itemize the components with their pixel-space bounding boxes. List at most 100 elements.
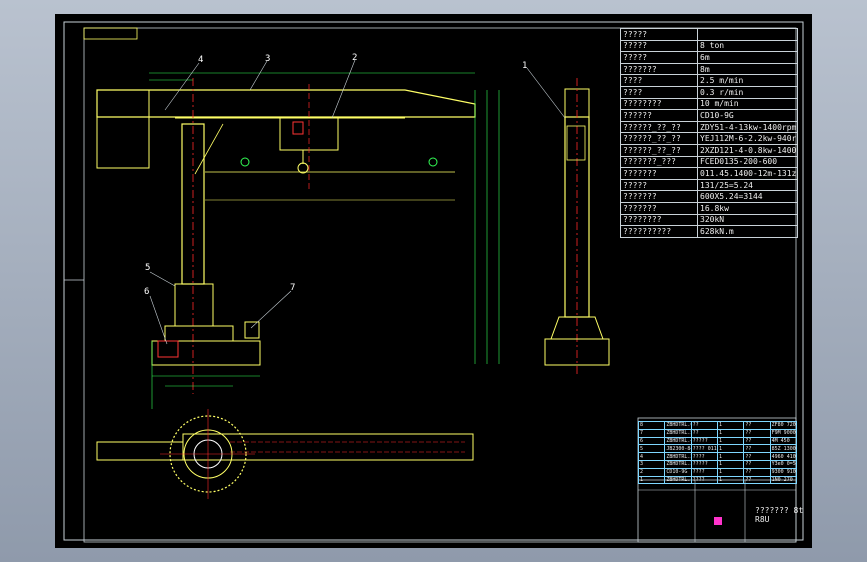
bill-of-materials: 8 ZBHDTRL.6?? 1?? ZF80 7200 7 ZBHDTRL.5?? 1?? F… [637,421,798,485]
bom-row: 2 CD10-9G???? 1?? 9300 9100 [637,467,798,477]
parameter-name: ??????? [620,201,698,215]
bom-cell: 1 [716,452,745,461]
leader-5 [149,271,176,287]
parameter-value: YEJ112M-6-2.2kw-940rpm [697,132,798,145]
parameter-name: ????? [620,51,698,64]
parameter-value [697,28,798,41]
bom-cell: 2 [637,467,666,477]
parameter-value: 10 m/min [697,97,798,111]
hoist-motor [292,121,304,135]
parameter-value: CD10-9G [697,109,798,122]
bom-cell: 1 [716,421,745,430]
leader-4 [164,62,200,111]
parameter-name: ???? [620,74,698,87]
parameter-row: ?????? CD10-9G [620,109,798,122]
parameter-name: ??????? [620,190,698,203]
parameter-name: ???????? [620,213,698,227]
bom-cell: ZBHDTRL.1 [664,475,692,485]
slewing-ring-housing [174,283,214,327]
bom-cell: 4M 450 [769,436,798,446]
bom-cell: 6 [637,436,666,446]
bom-cell: 4 [637,452,666,461]
parameter-name: ?????? [620,109,698,122]
bom-cell: 8 [637,421,666,430]
bom-cell: 85Z 1300 [769,444,798,454]
bom-cell: ?? [690,428,718,438]
parameter-value: 2.5 m/min [697,74,798,87]
parameter-row: ??????_??_??2XZD121-4-0.8kw-1400rpm [620,143,798,157]
front-view [96,59,500,409]
parameter-row: ???????_??? FCED0135-200-600 [620,155,798,169]
bom-cell: ????? [690,459,718,469]
plan-view [96,409,474,499]
bom-row: 8 ZBHDTRL.6?? 1?? ZF80 7200 [637,421,798,430]
bom-cell: ???? [690,467,718,477]
stamp-mark [714,517,722,525]
parameter-row: ??????? 16.8kw [620,201,798,215]
drawing-title: ??????? 8t R8U [755,506,804,524]
parameter-value: 0.3 r/min [697,85,798,99]
slewing-motor [157,340,179,358]
parameter-row: ??????_??_?? YEJ112M-6-2.2kw-940rpm [620,132,798,145]
part-label-5: 5 [145,263,151,273]
parameter-row: ??????? 600X5.24=3144 [620,190,798,203]
jib-arm [96,89,476,118]
bom-row: 4 ZBHDTRL.3???? 1?? 4960 4100 [637,452,798,461]
parameter-row: ????? 131/25=5.24 [620,178,798,192]
leader-2 [331,59,356,119]
part-label-6: 6 [144,287,150,297]
part-label-3: 3 [265,54,271,64]
parameter-value: 16.8kw [697,201,798,215]
parameter-row: ???? 0.3 r/min [620,85,798,99]
parameter-row: ???????? 10 m/min [620,97,798,111]
bom-cell: 4960 4100 [769,452,798,461]
leader-1 [526,67,566,119]
bom-cell: 3 [637,459,666,469]
side-hoist [566,125,586,161]
plan-jib [182,433,474,461]
parameter-row: ??????_??_?? ZDY51-4-13kw-1400rpm [620,120,798,134]
parameter-name: ???? [620,85,698,99]
parameter-row: ???? 2.5 m/min [620,74,798,87]
parameter-row: ??????? 8m [620,62,798,76]
hook-max-reach [428,157,438,167]
leader-7 [250,290,292,329]
part-label-4: 4 [198,55,204,65]
parameter-row: ?????????? 628kN.m [620,225,798,238]
leader-6 [149,295,168,345]
parameter-name: ????? [620,28,698,41]
bom-cell: ???? [690,475,718,485]
parameter-row: ????? 8 ton [620,39,798,53]
bom-cell: 1 [716,428,745,438]
bom-cell: ????? [690,436,718,446]
parameter-name: ?????????? [620,225,698,238]
bom-cell: ?? [743,421,771,430]
bom-cell: ?? [743,452,771,461]
bom-cell: ?? [743,444,771,454]
bom-cell: JB2300-84 [664,444,692,454]
bom-cell: 1 [716,444,745,454]
bom-row: 6 ZBHDTRL.4????? 1?? 4M 450 [637,436,798,446]
bom-cell: ZBHDTRL.2 [664,459,692,469]
bom-cell: 1 [716,436,745,446]
bom-cell: 9300 9100 [769,467,798,477]
parameter-value: ZDY51-4-13kw-1400rpm [697,120,798,134]
parameter-value: FCED0135-200-600 [697,155,798,169]
bom-cell: ?? [690,421,718,430]
parameter-value: 6m [697,51,798,64]
bom-cell: 7 [637,428,666,438]
bom-cell: ZBHDTRL.5 [664,428,692,438]
parameter-value: 011.45.1400-12m-131z [697,167,798,180]
bom-cell: Y3e0 0=5 [769,459,798,469]
bom-cell: ???? 011.45.1400 [690,444,718,454]
bom-cell: 1 [716,467,745,477]
bom-cell: 1N0 270 [769,475,798,485]
parameter-name: ???????_??? [620,155,698,169]
parameter-value: 600X5.24=3144 [697,190,798,203]
base-plate [164,325,234,342]
foundation [151,340,261,366]
hook-min-reach [240,157,250,167]
drawing-viewport[interactable]: 2 3 4 1 5 6 7 ?????????? 8 ton????? 6m????… [55,14,812,548]
bom-cell: 1 [716,459,745,469]
bom-cell: ZBHDTRL.4 [664,436,692,446]
